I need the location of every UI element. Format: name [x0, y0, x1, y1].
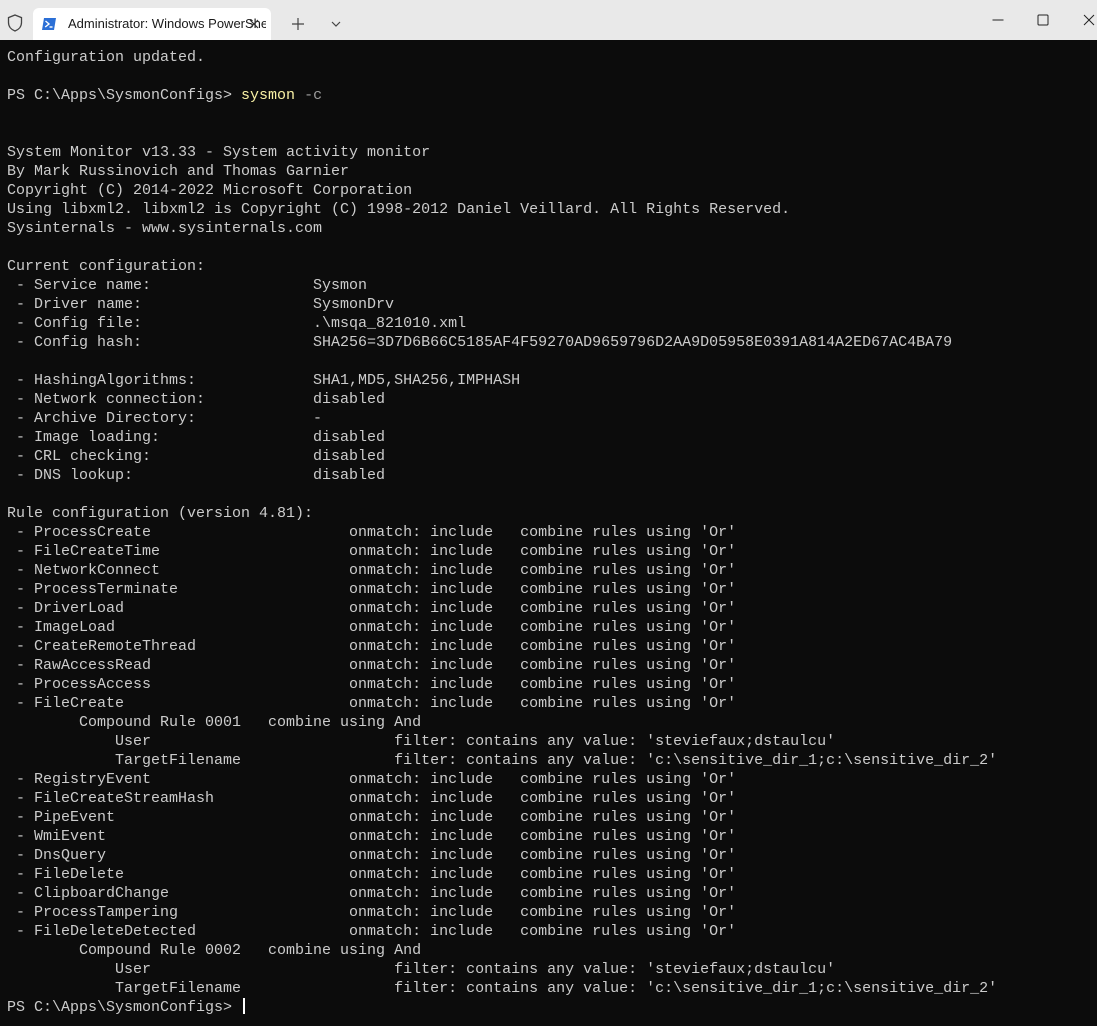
output-line: Configuration updated.	[7, 49, 206, 66]
close-window-button[interactable]	[1064, 0, 1097, 40]
output-line: - FileCreateStreamHash onmatch: include …	[7, 790, 737, 807]
output-line: Copyright (C) 2014-2022 Microsoft Corpor…	[7, 182, 413, 199]
maximize-icon	[1037, 14, 1049, 26]
output-line: - FileCreateTime onmatch: include combin…	[7, 543, 737, 560]
output-line: - DNS lookup: disabled	[7, 467, 386, 484]
output-line: - Archive Directory: -	[7, 410, 323, 427]
output-line: - PipeEvent onmatch: include combine rul…	[7, 809, 737, 826]
output-line: - Config file: .\msqa_821010.xml	[7, 315, 467, 332]
output-line: - ProcessCreate onmatch: include combine…	[7, 524, 737, 541]
output-line: - ClipboardChange onmatch: include combi…	[7, 885, 737, 902]
chevron-down-icon[interactable]	[324, 12, 348, 36]
output-line: Current configuration:	[7, 258, 206, 275]
output-line: - WmiEvent onmatch: include combine rule…	[7, 828, 737, 845]
terminal-output[interactable]: Configuration updated. PS C:\Apps\Sysmon…	[7, 48, 1093, 1023]
output-line: - CreateRemoteThread onmatch: include co…	[7, 638, 737, 655]
output-line: - ProcessAccess onmatch: include combine…	[7, 676, 737, 693]
output-line: - RawAccessRead onmatch: include combine…	[7, 657, 737, 674]
minimize-icon	[992, 19, 1004, 21]
output-line: - ProcessTerminate onmatch: include comb…	[7, 581, 737, 598]
output-line: - Config hash: SHA256=3D7D6B66C5185AF4F5…	[7, 334, 953, 351]
terminal-window: Administrator: Windows PowerShell Config…	[0, 0, 1097, 1026]
close-icon	[1083, 14, 1095, 26]
output-line: TargetFilename filter: contains any valu…	[7, 980, 998, 997]
output-line: Sysinternals - www.sysinternals.com	[7, 220, 323, 237]
output-line: Compound Rule 0001 combine using And	[7, 714, 422, 731]
shield-icon	[7, 14, 23, 32]
maximize-button[interactable]	[1020, 0, 1066, 40]
output-line: - Image loading: disabled	[7, 429, 386, 446]
output-line: Compound Rule 0002 combine using And	[7, 942, 422, 959]
final-prompt-line[interactable]: PS C:\Apps\SysmonConfigs>	[7, 998, 1093, 1017]
output-line: User filter: contains any value: 'stevie…	[7, 733, 836, 750]
output-line: User filter: contains any value: 'stevie…	[7, 961, 836, 978]
plus-icon[interactable]	[286, 12, 310, 36]
output-line: System Monitor v13.33 - System activity …	[7, 144, 431, 161]
output-line: - Service name: Sysmon	[7, 277, 368, 294]
output-line: - Driver name: SysmonDrv	[7, 296, 395, 313]
output-line: TargetFilename filter: contains any valu…	[7, 752, 998, 769]
prompt-text: PS C:\Apps\SysmonConfigs>	[7, 87, 242, 104]
minimize-button[interactable]	[975, 0, 1021, 40]
close-tab-icon[interactable]	[243, 13, 265, 35]
text-cursor	[243, 998, 246, 1014]
tab-powershell[interactable]: Administrator: Windows PowerShell	[33, 8, 271, 40]
output-line: - FileCreate onmatch: include combine ru…	[7, 695, 737, 712]
output-line: By Mark Russinovich and Thomas Garnier	[7, 163, 350, 180]
title-bar: Administrator: Windows PowerShell	[0, 0, 1097, 40]
output-line: - ImageLoad onmatch: include combine rul…	[7, 619, 737, 636]
output-line: - FileDeleteDetected onmatch: include co…	[7, 923, 737, 940]
output-line: - FileDelete onmatch: include combine ru…	[7, 866, 737, 883]
output-line: - DnsQuery onmatch: include combine rule…	[7, 847, 737, 864]
output-line: - Network connection: disabled	[7, 391, 386, 408]
output-line: - NetworkConnect onmatch: include combin…	[7, 562, 737, 579]
output-line: - ProcessTampering onmatch: include comb…	[7, 904, 737, 921]
command-text: sysmon	[241, 87, 296, 104]
powershell-icon	[42, 18, 56, 30]
output-line: - RegistryEvent onmatch: include combine…	[7, 771, 737, 788]
output-line: - CRL checking: disabled	[7, 448, 386, 465]
prompt-text: PS C:\Apps\SysmonConfigs>	[7, 999, 242, 1016]
tab-title: Administrator: Windows PowerShell	[68, 16, 266, 31]
command-line: PS C:\Apps\SysmonConfigs> sysmon -c	[7, 86, 1093, 105]
output-line: Using libxml2. libxml2 is Copyright (C) …	[7, 201, 791, 218]
output-line: - HashingAlgorithms: SHA1,MD5,SHA256,IMP…	[7, 372, 521, 389]
output-line: Rule configuration (version 4.81):	[7, 505, 314, 522]
output-line: - DriverLoad onmatch: include combine ru…	[7, 600, 737, 617]
command-argument: -c	[304, 87, 323, 104]
